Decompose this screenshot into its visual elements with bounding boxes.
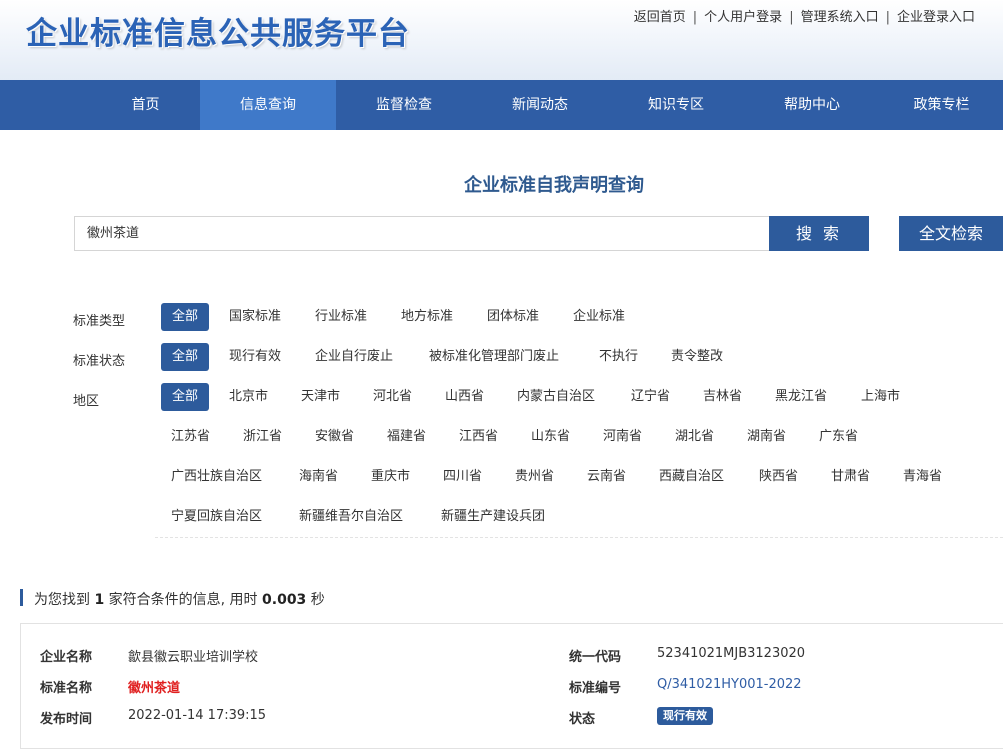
region-option[interactable]: 陕西省 (759, 463, 798, 491)
fulltext-search-button[interactable]: 全文检索 (899, 216, 1003, 251)
result-middle: 家符合条件的信息, 用时 (108, 592, 258, 608)
status-option[interactable]: 被标准化管理部门废止 (429, 343, 559, 371)
nav-item-supervision[interactable]: 监督检查 (336, 80, 472, 130)
publish-time-label: 发布时间 (40, 712, 93, 727)
nav-item-policy[interactable]: 政策专栏 (880, 80, 1003, 130)
search-button[interactable]: 搜 索 (769, 216, 869, 251)
region-option[interactable]: 湖北省 (675, 423, 714, 451)
region-option[interactable]: 河南省 (603, 423, 642, 451)
region-option[interactable]: 云南省 (587, 463, 626, 491)
standard-name[interactable]: 徽州茶道 (128, 677, 180, 696)
top-links: 返回首页 | 个人用户登录 | 管理系统入口 | 企业登录入口 (634, 6, 975, 25)
region-option[interactable]: 四川省 (443, 463, 482, 491)
region-option[interactable]: 新疆维吾尔自治区 (299, 503, 403, 531)
company-name: 歙县徽云职业培训学校 (128, 650, 259, 665)
region-option[interactable]: 黑龙江省 (775, 383, 827, 411)
credit-code: 52341021MJB3123020 (657, 646, 806, 661)
status-option[interactable]: 现行有效 (229, 343, 281, 371)
region-option[interactable]: 福建省 (387, 423, 426, 451)
result-count: 1 (94, 592, 105, 608)
type-option[interactable]: 国家标准 (229, 303, 281, 331)
region-option[interactable]: 广东省 (819, 423, 858, 451)
nav-item-knowledge[interactable]: 知识专区 (608, 80, 744, 130)
region-option[interactable]: 安徽省 (315, 423, 354, 451)
result-time: 0.003 (262, 592, 307, 608)
nav-item-home[interactable]: 首页 (78, 80, 213, 130)
standard-number-link[interactable]: Q/341021HY001-2022 (657, 677, 802, 692)
region-option[interactable]: 海南省 (299, 463, 338, 491)
region-option-all[interactable]: 全部 (161, 383, 209, 411)
region-option[interactable]: 甘肃省 (831, 463, 870, 491)
region-option[interactable]: 北京市 (229, 383, 268, 411)
status-badge: 现行有效 (657, 707, 713, 725)
company-name-label: 企业名称 (40, 650, 93, 665)
region-option[interactable]: 江苏省 (171, 423, 210, 451)
type-option[interactable]: 企业标准 (573, 303, 625, 331)
filter-label-region: 地区 (73, 394, 100, 409)
result-accent-bar (20, 589, 23, 606)
type-option[interactable]: 地方标准 (401, 303, 453, 331)
separator: | (692, 10, 698, 25)
standard-name-label: 标准名称 (40, 681, 93, 696)
region-option[interactable]: 贵州省 (515, 463, 554, 491)
filter-label-type: 标准类型 (73, 314, 126, 329)
search-title: 企业标准自我声明查询 (464, 175, 644, 196)
region-option[interactable]: 辽宁省 (631, 383, 670, 411)
region-option[interactable]: 江西省 (459, 423, 498, 451)
region-option[interactable]: 内蒙古自治区 (517, 383, 595, 411)
type-option[interactable]: 团体标准 (487, 303, 539, 331)
region-option[interactable]: 天津市 (301, 383, 340, 411)
filter-divider (155, 537, 1003, 538)
site-header: 企业标准信息公共服务平台 返回首页 | 个人用户登录 | 管理系统入口 | 企业登录入口 (0, 0, 1003, 80)
status-option[interactable]: 不执行 (599, 343, 638, 371)
separator: | (789, 10, 794, 25)
status-option[interactable]: 责令整改 (671, 343, 723, 371)
link-home[interactable]: 返回首页 (634, 10, 686, 25)
filter-label-status: 标准状态 (73, 354, 126, 369)
standard-number-label: 标准编号 (569, 681, 622, 696)
region-option[interactable]: 浙江省 (243, 423, 282, 451)
status-option-all[interactable]: 全部 (161, 343, 209, 371)
nav-item-info-query[interactable]: 信息查询 (200, 80, 336, 130)
publish-time: 2022-01-14 17:39:15 (128, 708, 267, 723)
region-option[interactable]: 上海市 (861, 383, 900, 411)
region-option[interactable]: 山西省 (445, 383, 484, 411)
result-summary: 为您找到 1 家符合条件的信息, 用时 0.003 秒 (34, 589, 325, 609)
region-option[interactable]: 宁夏回族自治区 (171, 503, 262, 531)
status-label: 状态 (569, 712, 596, 727)
result-prefix: 为您找到 (34, 592, 90, 608)
nav-item-help[interactable]: 帮助中心 (744, 80, 880, 130)
result-suffix: 秒 (310, 592, 325, 608)
main-nav: 首页 信息查询 监督检查 新闻动态 知识专区 帮助中心 政策专栏 (0, 80, 1003, 130)
region-option[interactable]: 新疆生产建设兵团 (441, 503, 545, 531)
separator: | (885, 10, 890, 25)
nav-item-news[interactable]: 新闻动态 (472, 80, 608, 130)
region-option[interactable]: 西藏自治区 (659, 463, 724, 491)
link-admin-entry[interactable]: 管理系统入口 (801, 10, 879, 25)
region-option[interactable]: 广西壮族自治区 (171, 463, 262, 491)
region-option[interactable]: 重庆市 (371, 463, 410, 491)
credit-code-label: 统一代码 (569, 650, 622, 665)
search-input[interactable]: 徽州茶道 (74, 216, 770, 251)
region-option[interactable]: 河北省 (373, 383, 412, 411)
type-option[interactable]: 行业标准 (315, 303, 367, 331)
site-title: 企业标准信息公共服务平台 (26, 16, 410, 52)
type-option-all[interactable]: 全部 (161, 303, 209, 331)
region-option[interactable]: 湖南省 (747, 423, 786, 451)
link-personal-login[interactable]: 个人用户登录 (704, 10, 782, 25)
status-option[interactable]: 企业自行废止 (315, 343, 393, 371)
link-enterprise-login[interactable]: 企业登录入口 (897, 10, 975, 25)
region-option[interactable]: 青海省 (903, 463, 942, 491)
region-option[interactable]: 吉林省 (703, 383, 742, 411)
region-option[interactable]: 山东省 (531, 423, 570, 451)
